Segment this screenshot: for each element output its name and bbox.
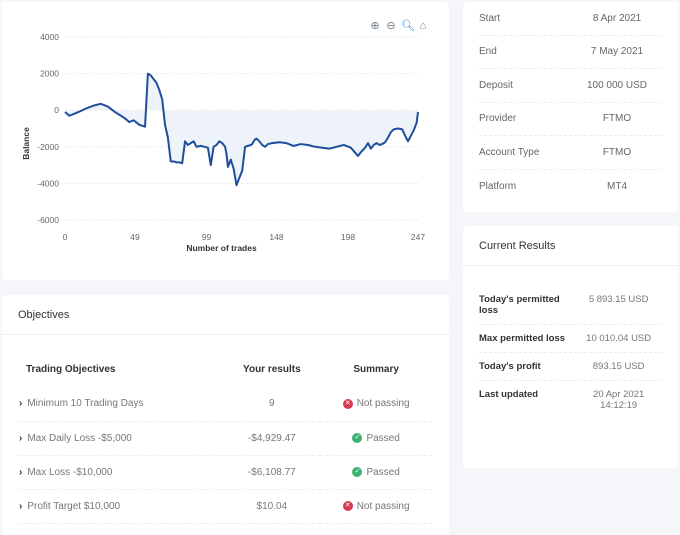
objectives-title: Objectives bbox=[2, 295, 449, 335]
account-info-card: Start 8 Apr 2021 End 7 May 2021 Deposit … bbox=[463, 2, 678, 212]
objective-row[interactable]: › Minimum 10 Trading Days 9 ✕ Not passing bbox=[18, 387, 432, 422]
x-circle-icon: ✕ bbox=[342, 398, 353, 409]
zoom-out-icon[interactable]: ⊖ bbox=[385, 20, 397, 32]
chevron-right-icon[interactable]: › bbox=[19, 433, 22, 444]
objectives-table: Trading Objectives Your results Summary … bbox=[18, 351, 432, 524]
result-value: 5 893.15 USD bbox=[588, 294, 649, 305]
result-value: 893.15 USD bbox=[592, 361, 645, 372]
objective-row[interactable]: › Profit Target $10,000 $10.04 ✕ Not passi… bbox=[18, 489, 432, 524]
objective-result: 9 bbox=[223, 387, 321, 422]
info-label: Deposit bbox=[479, 79, 513, 91]
x-circle-icon: ✕ bbox=[342, 500, 353, 511]
result-label: Max permitted loss bbox=[479, 333, 566, 344]
y-tick-label: -6000 bbox=[37, 215, 59, 225]
info-row-provider: Provider FTMO bbox=[479, 103, 662, 136]
info-label: Account Type bbox=[479, 146, 540, 158]
col-header-objective: Trading Objectives bbox=[26, 363, 116, 375]
y-axis-label: Balance bbox=[21, 127, 31, 160]
zoom-select-icon[interactable]: 🔍︎ bbox=[401, 20, 415, 32]
info-value: MT4 bbox=[607, 180, 627, 192]
objective-name: Minimum 10 Trading Days bbox=[27, 398, 144, 410]
info-value: 100 000 USD bbox=[586, 79, 648, 91]
x-axis-label: Number of trades bbox=[186, 243, 257, 253]
result-value: 20 Apr 2021 14:12:19 bbox=[593, 389, 645, 411]
info-value: FTMO bbox=[602, 146, 632, 158]
y-tick-label: -2000 bbox=[37, 142, 59, 152]
info-label: End bbox=[479, 46, 497, 58]
objective-summary: Passed bbox=[366, 466, 400, 478]
result-row: Today's permitted loss 5 893.15 USD bbox=[479, 286, 662, 325]
y-tick-label: -4000 bbox=[37, 178, 59, 188]
info-row-deposit: Deposit 100 000 USD bbox=[479, 69, 662, 103]
info-label: Provider bbox=[479, 113, 517, 125]
objective-result: -$4,929.47 bbox=[223, 421, 321, 456]
y-tick-label: 0 bbox=[54, 105, 59, 115]
current-results-card: Current Results Today's permitted loss 5… bbox=[463, 226, 678, 468]
objective-result: $10.04 bbox=[223, 489, 321, 524]
info-label: Platform bbox=[479, 180, 517, 192]
info-value: FTMO bbox=[602, 113, 632, 125]
info-row-end: End 7 May 2021 bbox=[479, 36, 662, 69]
objective-row[interactable]: › Max Daily Loss -$5,000 -$4,929.47 ✓ Pass… bbox=[18, 421, 432, 456]
balance-chart-card: ⊕ ⊖ 🔍︎ ⌂ 4000 2000 0 -2000 -4000 -6000 0 49 99 14… bbox=[2, 2, 449, 280]
zoom-in-icon[interactable]: ⊕ bbox=[369, 20, 381, 32]
result-value: 10 010.04 USD bbox=[586, 333, 652, 344]
result-row: Today's profit 893.15 USD bbox=[479, 353, 662, 381]
result-label: Today's profit bbox=[479, 361, 541, 372]
result-label: Last updated bbox=[479, 389, 539, 400]
x-tick-label: 49 bbox=[130, 232, 140, 242]
home-icon[interactable]: ⌂ bbox=[417, 20, 429, 32]
objective-row[interactable]: › Max Loss -$10,000 -$6,108.77 ✓ Passed bbox=[18, 455, 432, 490]
objective-summary: Not passing bbox=[356, 500, 410, 512]
info-value: 7 May 2021 bbox=[590, 46, 644, 58]
chevron-right-icon[interactable]: › bbox=[19, 501, 22, 512]
info-value: 8 Apr 2021 bbox=[592, 12, 642, 24]
info-row-start: Start 8 Apr 2021 bbox=[479, 2, 662, 36]
objective-summary: Passed bbox=[366, 432, 400, 444]
result-row: Last updated 20 Apr 2021 14:12:19 bbox=[479, 381, 662, 419]
col-header-results: Your results bbox=[243, 363, 301, 375]
objective-result: -$6,108.77 bbox=[223, 455, 321, 490]
chart-toolbar: ⊕ ⊖ 🔍︎ ⌂ bbox=[369, 20, 429, 32]
objective-name: Max Daily Loss -$5,000 bbox=[27, 432, 132, 444]
check-circle-icon: ✓ bbox=[352, 432, 363, 443]
info-row-account-type: Account Type FTMO bbox=[479, 136, 662, 170]
objective-summary: Not passing bbox=[356, 398, 410, 410]
x-tick-label: 148 bbox=[269, 232, 283, 242]
current-results-title: Current Results bbox=[463, 226, 678, 266]
x-tick-label: 99 bbox=[202, 232, 212, 242]
result-label: Today's permitted loss bbox=[479, 294, 560, 316]
x-tick-label: 247 bbox=[411, 232, 425, 242]
chevron-right-icon[interactable]: › bbox=[19, 467, 22, 478]
result-row: Max permitted loss 10 010.04 USD bbox=[479, 325, 662, 353]
objectives-card: Objectives Trading Objectives Your resul… bbox=[2, 295, 449, 535]
balance-chart[interactable]: 4000 2000 0 -2000 -4000 -6000 0 49 99 148 198 247 Nu… bbox=[2, 2, 449, 280]
check-circle-icon: ✓ bbox=[352, 466, 363, 477]
x-tick-label: 0 bbox=[63, 232, 68, 242]
info-row-platform: Platform MT4 bbox=[479, 170, 662, 204]
x-tick-label: 198 bbox=[341, 232, 355, 242]
objective-name: Max Loss -$10,000 bbox=[27, 466, 113, 478]
y-tick-label: 4000 bbox=[40, 32, 59, 42]
info-label: Start bbox=[479, 12, 501, 24]
chevron-right-icon[interactable]: › bbox=[19, 398, 22, 409]
y-tick-label: 2000 bbox=[40, 69, 59, 79]
objective-name: Profit Target $10,000 bbox=[27, 500, 120, 512]
col-header-summary: Summary bbox=[353, 363, 399, 375]
